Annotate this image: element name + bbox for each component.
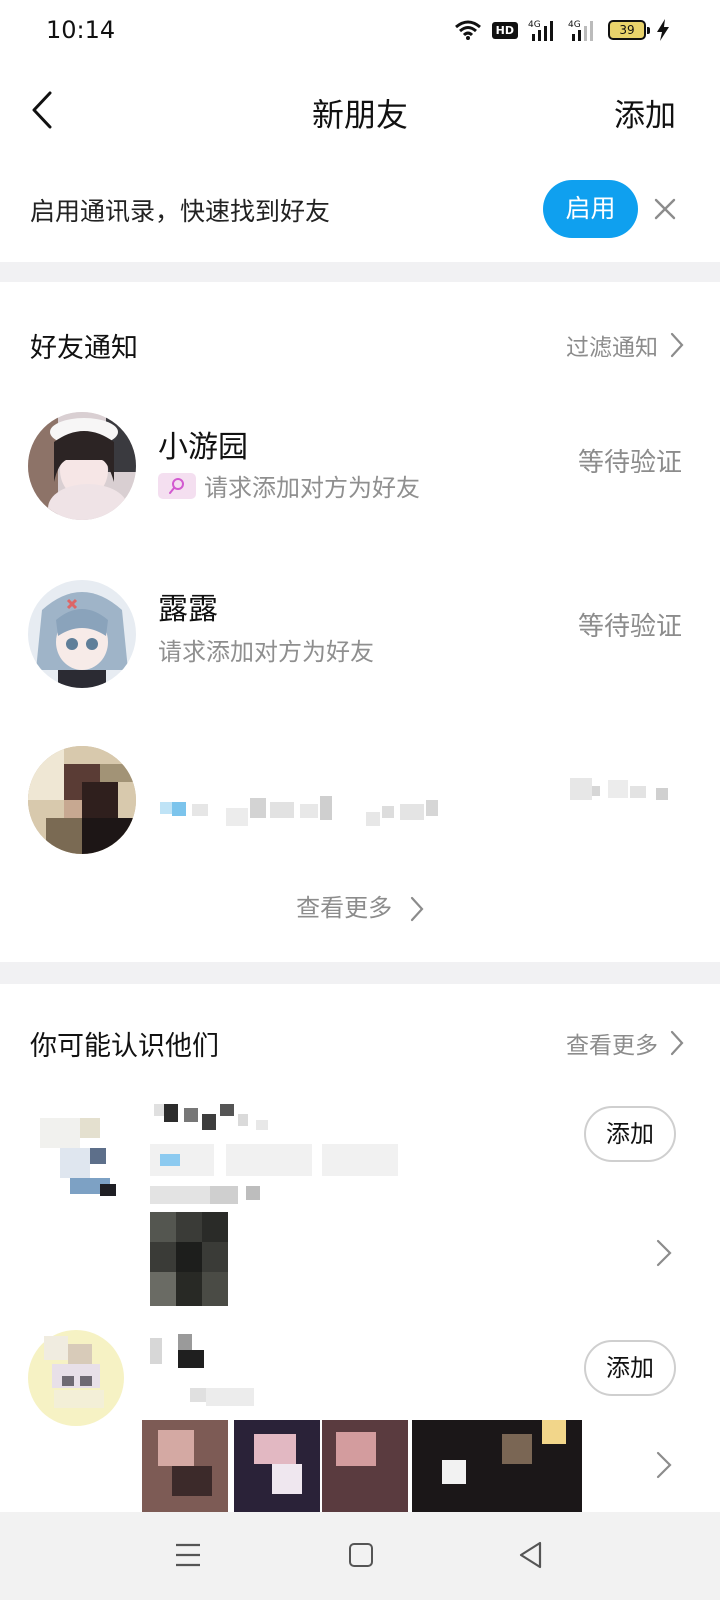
close-icon bbox=[654, 198, 676, 220]
status-time: 10:14 bbox=[46, 16, 116, 44]
pixelated-text bbox=[160, 796, 438, 826]
section-divider bbox=[0, 262, 720, 282]
pixelated-photo-strip bbox=[142, 1420, 582, 1512]
signal-4g-icon: 4G bbox=[528, 20, 553, 41]
hd-badge: HD bbox=[491, 21, 518, 39]
charging-icon bbox=[657, 19, 669, 41]
contacts-banner: 启用通讯录，快速找到好友 启用 bbox=[0, 166, 720, 256]
filter-notifications-label: 过滤通知 bbox=[566, 335, 658, 361]
friend-request-row[interactable]: 露露 请求添加对方为好友 等待验证 bbox=[0, 556, 720, 706]
search-icon bbox=[169, 477, 184, 494]
menu-icon[interactable] bbox=[174, 1540, 202, 1570]
see-more-label: 查看更多 bbox=[566, 1033, 658, 1059]
enable-contacts-button[interactable]: 启用 bbox=[543, 180, 638, 238]
add-button[interactable]: 添加 bbox=[584, 1106, 676, 1162]
avatar bbox=[28, 412, 136, 520]
home-button[interactable] bbox=[349, 1543, 373, 1567]
friend-notifications-header: 好友通知 过滤通知 bbox=[0, 302, 720, 382]
see-more-notifications[interactable]: 查看更多 bbox=[0, 888, 720, 923]
section-divider bbox=[0, 962, 720, 984]
page-title: 新朋友 bbox=[311, 96, 408, 134]
nav-bar: 新朋友 添加 bbox=[0, 64, 720, 156]
see-more-label: 查看更多 bbox=[296, 894, 393, 922]
avatar-pixelated bbox=[30, 1108, 126, 1204]
filter-notifications-link[interactable]: 过滤通知 bbox=[566, 328, 684, 362]
add-friend-button[interactable]: 添加 bbox=[614, 90, 676, 135]
battery-icon: 39 bbox=[608, 20, 650, 40]
pixelated-photo bbox=[150, 1212, 228, 1306]
chevron-right-icon bbox=[670, 332, 684, 358]
chevron-right-icon bbox=[656, 1239, 672, 1267]
add-button[interactable]: 添加 bbox=[584, 1340, 676, 1396]
request-message-text: 请求添加对方为好友 bbox=[158, 638, 374, 666]
friend-name: 小游园 bbox=[158, 430, 248, 465]
status-icons: HD 4G 4G 39 bbox=[454, 18, 670, 42]
status-label: 等待验证 bbox=[577, 448, 682, 478]
chevron-right-icon bbox=[670, 1030, 684, 1056]
pixelated-text bbox=[150, 1334, 254, 1406]
status-bar: 10:14 HD 4G 4G 39 bbox=[0, 0, 720, 64]
friend-name: 露露 bbox=[158, 592, 218, 627]
avatar-pixelated bbox=[28, 746, 136, 854]
see-more-suggestions-link[interactable]: 查看更多 bbox=[566, 1026, 684, 1060]
back-triangle-icon[interactable] bbox=[518, 1541, 544, 1569]
friend-request-message: 请求添加对方为好友 bbox=[158, 468, 420, 503]
friend-request-row[interactable]: 小游园 请求添加对方为好友 等待验证 bbox=[0, 392, 720, 542]
friend-request-message: 请求添加对方为好友 bbox=[158, 632, 374, 667]
suggestion-row[interactable]: 添加 bbox=[0, 1104, 720, 1334]
wifi-icon bbox=[454, 20, 481, 40]
chevron-right-icon bbox=[656, 1451, 672, 1479]
network-label-2: 4G bbox=[568, 20, 581, 30]
friend-request-row-redacted[interactable] bbox=[0, 726, 720, 876]
avatar-pixelated bbox=[28, 1330, 124, 1426]
signal-4g-icon-2: 4G bbox=[568, 20, 593, 41]
pixelated-text bbox=[150, 1104, 398, 1204]
request-message-text: 请求添加对方为好友 bbox=[204, 474, 420, 502]
close-banner-button[interactable] bbox=[650, 190, 680, 228]
system-navigation-bar bbox=[0, 1512, 720, 1600]
avatar bbox=[28, 580, 136, 688]
status-label: 等待验证 bbox=[577, 612, 682, 642]
network-label-1: 4G bbox=[528, 20, 541, 30]
people-you-may-know-title: 你可能认识他们 bbox=[30, 1031, 219, 1062]
suggestion-row[interactable]: 添加 bbox=[0, 1330, 720, 1512]
chevron-right-icon bbox=[410, 896, 424, 922]
contacts-banner-text: 启用通讯录，快速找到好友 bbox=[30, 197, 331, 226]
search-source-tag bbox=[158, 472, 196, 499]
people-you-may-know-header: 你可能认识他们 查看更多 bbox=[0, 1000, 720, 1080]
friend-notifications-title: 好友通知 bbox=[30, 333, 138, 364]
pixelated-status bbox=[570, 778, 668, 800]
